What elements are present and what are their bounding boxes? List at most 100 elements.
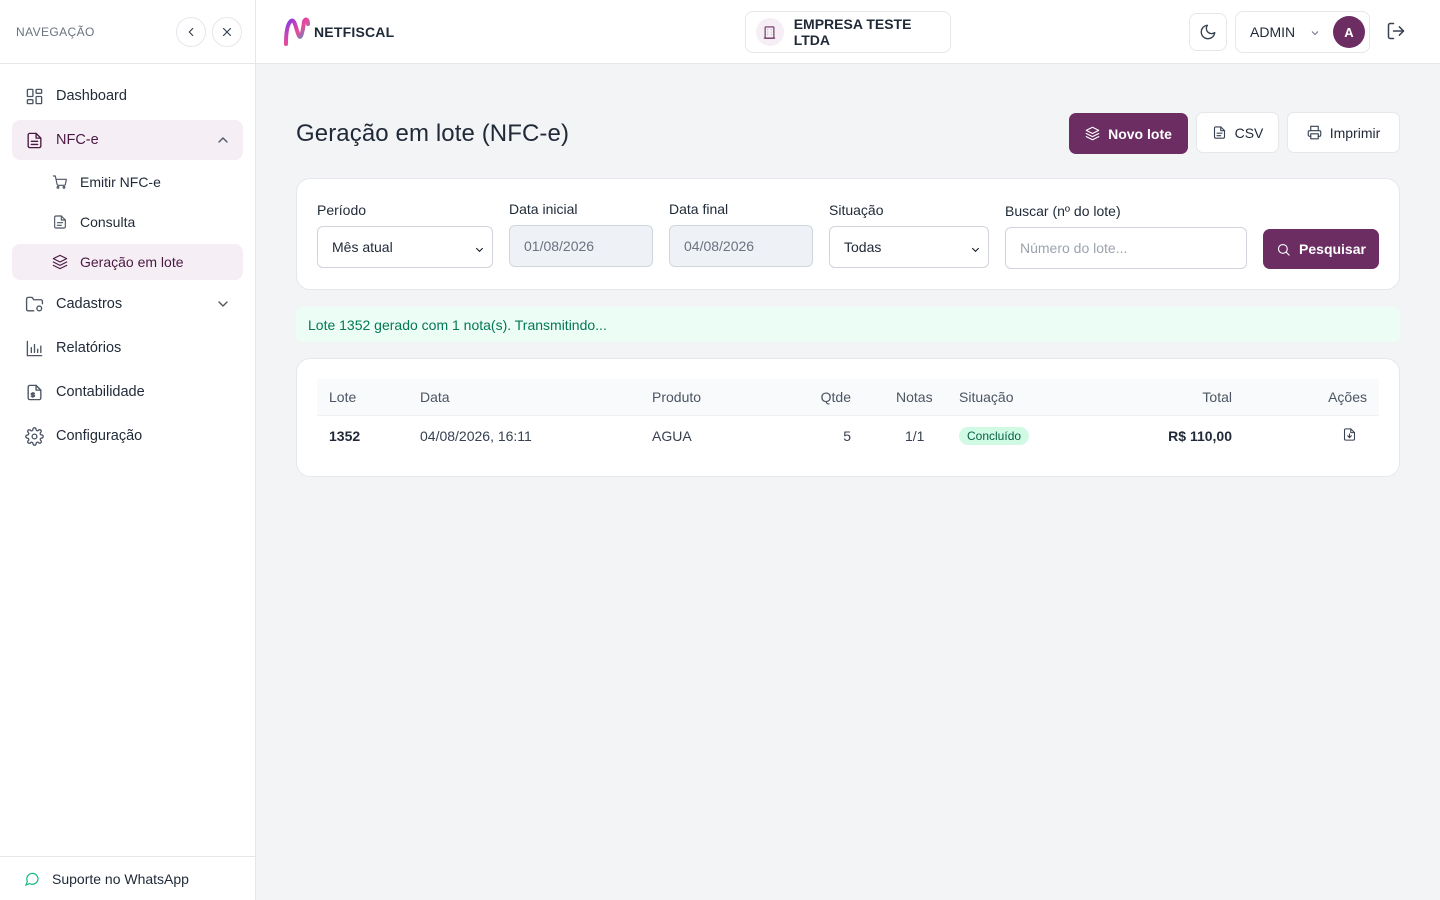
whatsapp-icon — [24, 872, 39, 886]
sidebar-item-contabilidade[interactable]: Contabilidade — [12, 372, 243, 412]
search-icon — [1277, 243, 1290, 256]
sidebar-item-consulta[interactable]: Consulta — [12, 204, 243, 240]
close-icon — [222, 27, 232, 36]
layers-icon — [1085, 126, 1100, 141]
file-invoice-icon — [24, 382, 44, 402]
column-header-qtde[interactable]: Qtde — [785, 379, 863, 416]
batch-table: Lote Data Produto Qtde Notas Situação To… — [317, 379, 1379, 456]
column-header-acoes: Ações — [1244, 379, 1379, 416]
search-placeholder: Número do lote... — [1020, 240, 1128, 256]
table-row[interactable]: 1352 04/08/2026, 16:11 AGUA 5 1/1 Conclu… — [317, 415, 1379, 456]
document-icon — [52, 214, 68, 230]
sidebar-item-label: Contabilidade — [56, 384, 145, 400]
sidebar-item-label: Dashboard — [56, 88, 127, 104]
new-batch-button[interactable]: Novo lote — [1069, 113, 1188, 154]
start-date-label: Data inicial — [509, 201, 578, 217]
sidebar-title: NAVEGAÇÃO — [16, 24, 95, 39]
column-header-situacao[interactable]: Situação — [947, 379, 1080, 416]
sidebar-item-relatorios[interactable]: Relatórios — [12, 328, 243, 368]
cell-lote: 1352 — [329, 427, 361, 444]
csv-button[interactable]: CSV — [1196, 112, 1279, 153]
chevron-left-icon — [188, 27, 194, 36]
end-date-field[interactable]: 04/08/2026 — [669, 225, 813, 267]
folder-settings-icon — [24, 294, 44, 314]
whatsapp-support-label: Suporte no WhatsApp — [52, 870, 189, 887]
column-header-notas[interactable]: Notas — [863, 379, 947, 416]
logo-mark-icon — [284, 17, 310, 46]
netfiscal-logo[interactable]: NETFISCAL — [282, 16, 394, 48]
period-label: Período — [317, 202, 367, 218]
chevron-down-icon — [970, 242, 980, 253]
cell-situacao: Concluído — [947, 415, 1080, 456]
sidebar-header: NAVEGAÇÃO — [0, 0, 255, 64]
search-button[interactable]: Pesquisar — [1263, 229, 1379, 269]
sidebar-item-cadastros[interactable]: Cadastros — [12, 284, 243, 324]
print-label: Imprimir — [1329, 124, 1381, 141]
table-header-row: Lote Data Produto Qtde Notas Situação To… — [317, 379, 1379, 416]
close-sidebar-button[interactable] — [212, 16, 242, 47]
end-date-value: 04/08/2026 — [684, 238, 755, 254]
logo-text: NETFISCAL — [314, 24, 395, 40]
collapse-sidebar-button[interactable] — [176, 16, 206, 47]
user-menu[interactable]: ADMIN A — [1235, 11, 1370, 53]
cell-data: 04/08/2026, 16:11 — [420, 427, 532, 444]
new-batch-label: Novo lote — [1108, 125, 1172, 142]
company-selector[interactable]: EMPRESA TESTE LTDA — [745, 11, 951, 53]
alert-message: Lote 1352 gerado com 1 nota(s). Transmit… — [308, 316, 607, 333]
building-icon — [756, 18, 784, 46]
period-select[interactable]: Mês atual — [317, 226, 493, 268]
file-text-icon — [24, 130, 44, 150]
sidebar-nav: Dashboard NFC-e Emitir NFC-e Consulta Ge… — [0, 64, 255, 472]
bar-chart-icon — [24, 338, 44, 358]
search-button-label: Pesquisar — [1299, 241, 1366, 257]
sidebar-item-label: Consulta — [80, 214, 136, 230]
chevron-up-icon — [215, 132, 231, 148]
cell-acoes — [1244, 415, 1379, 456]
company-name: EMPRESA TESTE LTDA — [793, 16, 912, 48]
dashboard-icon — [24, 86, 44, 106]
column-header-produto[interactable]: Produto — [640, 379, 785, 416]
period-value: Mês atual — [332, 239, 393, 255]
sidebar-item-label: Emitir NFC-e — [80, 174, 161, 190]
page-title: Geração em lote (NFC-e) — [296, 120, 570, 147]
sidebar-item-nfce[interactable]: NFC-e — [12, 120, 243, 160]
cell-qtde: 5 — [843, 427, 851, 444]
sidebar-item-label: Cadastros — [56, 296, 123, 312]
csv-label: CSV — [1234, 124, 1264, 141]
column-header-data[interactable]: Data — [408, 379, 640, 416]
chevron-down-icon — [1309, 26, 1321, 38]
topbar: NETFISCAL EMPRESA TESTE LTDA ADMIN A — [256, 0, 1440, 64]
sidebar-item-label: Geração em lote — [80, 254, 184, 270]
status-value: Todas — [844, 239, 882, 255]
chevron-down-icon — [215, 296, 231, 312]
sidebar-item-label: NFC-e — [56, 132, 99, 148]
logout-button[interactable] — [1386, 21, 1408, 43]
sidebar-item-dashboard[interactable]: Dashboard — [12, 76, 243, 116]
printer-icon — [1307, 125, 1322, 140]
column-header-lote[interactable]: Lote — [317, 379, 408, 416]
theme-toggle-button[interactable] — [1189, 13, 1227, 51]
sidebar-item-emitir-nfce[interactable]: Emitir NFC-e — [12, 164, 243, 200]
logout-icon — [1387, 22, 1405, 40]
end-date-label: Data final — [669, 201, 729, 217]
start-date-value: 01/08/2026 — [524, 238, 595, 254]
chevron-down-icon — [474, 242, 484, 253]
status-label: Situação — [829, 202, 884, 218]
search-label: Buscar (nº do lote) — [1005, 203, 1121, 219]
file-icon — [1213, 126, 1225, 139]
success-alert: Lote 1352 gerado com 1 nota(s). Transmit… — [296, 307, 1400, 342]
sidebar-item-label: Relatórios — [56, 340, 122, 356]
status-select[interactable]: Todas — [829, 226, 989, 268]
start-date-field[interactable]: 01/08/2026 — [509, 225, 653, 267]
download-xml-button[interactable] — [1342, 428, 1357, 445]
print-button[interactable]: Imprimir — [1287, 112, 1400, 153]
whatsapp-support-link[interactable]: Suporte no WhatsApp — [0, 856, 255, 900]
cart-icon — [52, 174, 68, 190]
sidebar-item-geracao-em-lote[interactable]: Geração em lote — [12, 244, 243, 280]
avatar: A — [1333, 16, 1365, 48]
column-header-total[interactable]: Total — [1080, 379, 1244, 416]
search-input[interactable]: Número do lote... — [1005, 227, 1247, 269]
sidebar-item-configuracao[interactable]: Configuração — [12, 416, 243, 456]
file-download-icon — [1343, 428, 1356, 441]
user-name: ADMIN — [1250, 24, 1296, 40]
